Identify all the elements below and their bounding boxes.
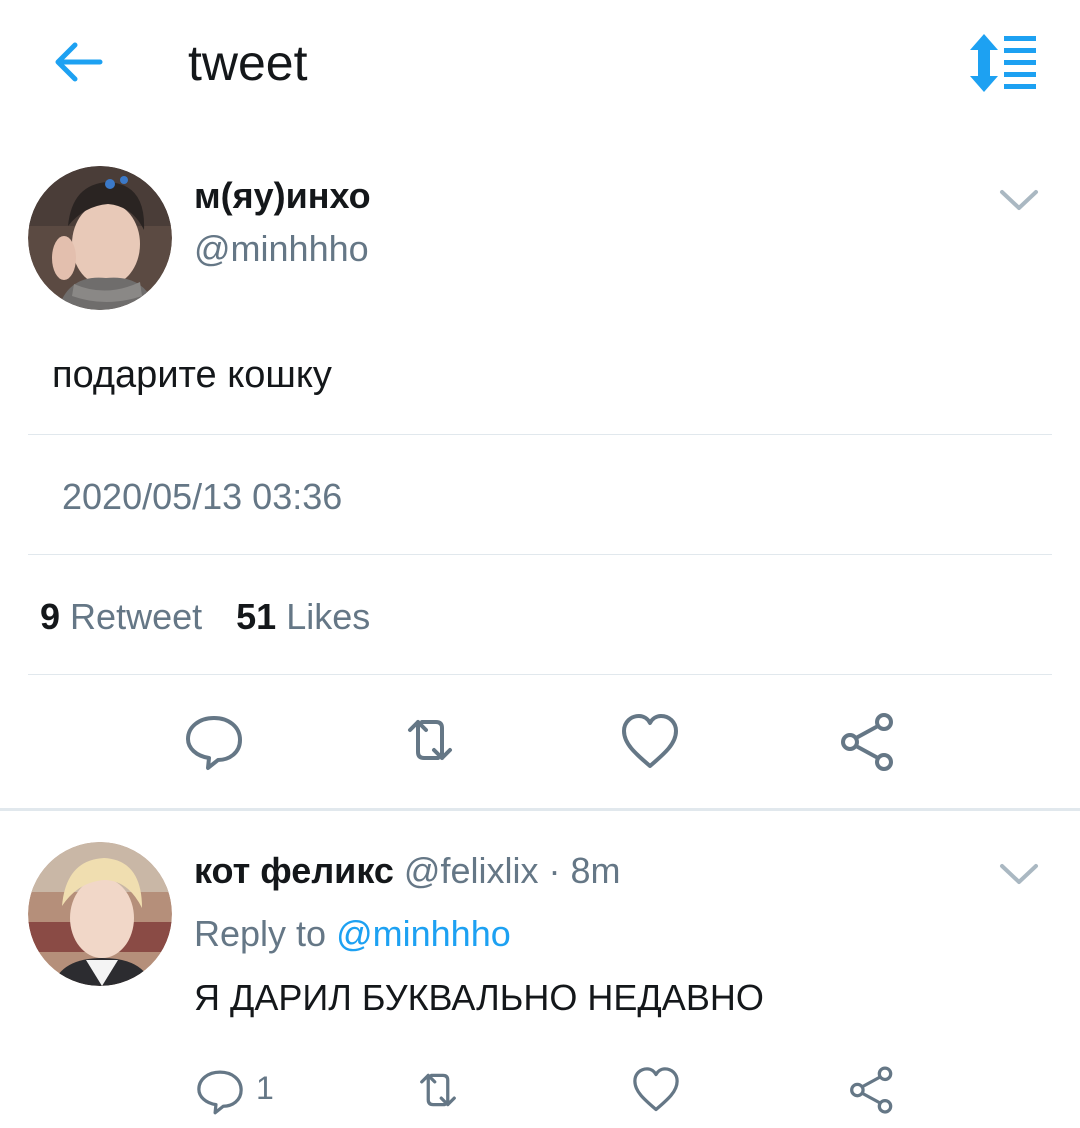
- author-handle[interactable]: @minhhho: [194, 228, 369, 270]
- tweet-text: подарите кошку: [52, 354, 332, 396]
- retweet-count[interactable]: 9: [40, 596, 60, 637]
- avatar[interactable]: [28, 842, 172, 986]
- reply-time: 8m: [570, 850, 621, 891]
- divider: [28, 674, 1052, 675]
- avatar[interactable]: [28, 166, 172, 310]
- heart-icon[interactable]: [618, 710, 682, 774]
- reply-to-label: Reply to: [194, 913, 327, 954]
- tweet-timestamp: 2020/05/13 03:36: [62, 476, 343, 517]
- back-arrow-icon[interactable]: [48, 34, 108, 90]
- share-icon[interactable]: [846, 1064, 898, 1116]
- separator-dot: ·: [548, 850, 561, 891]
- reply-icon[interactable]: [182, 708, 246, 772]
- chevron-down-icon[interactable]: [998, 858, 1040, 890]
- reply-to-line: Reply to @minhhho: [194, 912, 511, 956]
- sort-list-icon[interactable]: [964, 32, 1040, 94]
- tweet-stats: 9 Retweet 51 Likes: [40, 596, 370, 638]
- reply-text: Я ДАРИЛ БУКВАЛЬНО НЕДАВНО: [194, 977, 764, 1018]
- divider: [28, 434, 1052, 435]
- likes-label[interactable]: Likes: [286, 596, 370, 637]
- reply-header: кот феликс @felixlix · 8m: [194, 850, 621, 892]
- section-divider: [0, 808, 1080, 811]
- reply-author-handle[interactable]: @felixlix: [404, 850, 539, 891]
- retweet-icon[interactable]: [398, 708, 462, 772]
- reply-count: 1: [256, 1070, 274, 1106]
- reply-author-display-name[interactable]: кот феликс: [194, 850, 394, 891]
- heart-icon[interactable]: [630, 1064, 682, 1116]
- retweet-label[interactable]: Retweet: [70, 596, 202, 637]
- divider: [28, 554, 1052, 555]
- retweet-icon[interactable]: [412, 1064, 464, 1116]
- share-icon[interactable]: [836, 710, 900, 774]
- author-display-name[interactable]: м(яу)инхо: [194, 176, 371, 216]
- reply-icon[interactable]: [194, 1064, 246, 1116]
- likes-count[interactable]: 51: [236, 596, 276, 637]
- reply-to-handle-link[interactable]: @minhhho: [336, 913, 511, 954]
- page-title: tweet: [188, 35, 308, 91]
- chevron-down-icon[interactable]: [998, 184, 1040, 216]
